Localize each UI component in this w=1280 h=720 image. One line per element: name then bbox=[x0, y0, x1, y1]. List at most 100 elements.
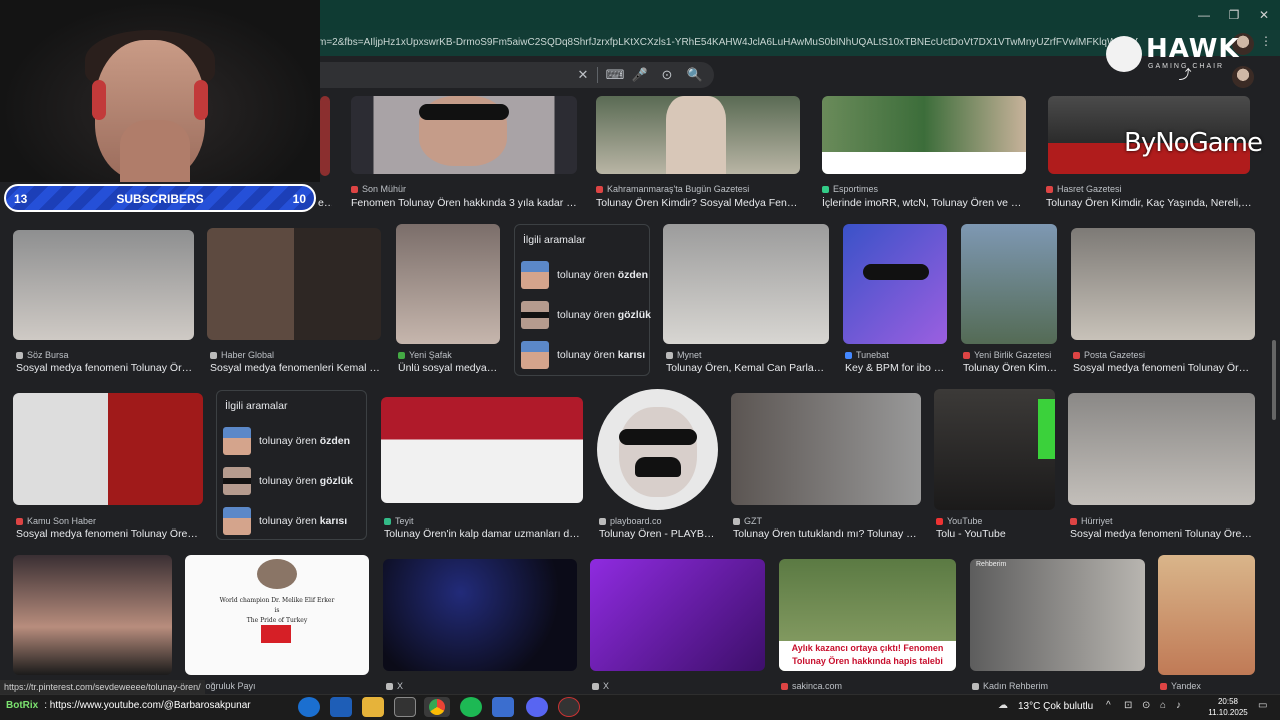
source-name: Teyit bbox=[395, 516, 414, 526]
tray-app-icon[interactable]: ⊙ bbox=[1142, 700, 1150, 711]
image-thumbnail[interactable] bbox=[383, 559, 577, 671]
outlook-icon[interactable] bbox=[330, 697, 352, 717]
image-caption[interactable]: Sosyal medya fenomeni Tolunay Ören'e... bbox=[1073, 362, 1253, 374]
search-icon[interactable]: 🔍 bbox=[684, 63, 706, 87]
spotify-icon[interactable] bbox=[460, 697, 482, 717]
image-caption[interactable]: Tolunay Ören - PLAYBO... bbox=[599, 528, 719, 540]
related-thumbnail bbox=[223, 427, 251, 455]
image-caption[interactable]: Sosyal medya fenomeni Tolunay Ören iç... bbox=[1070, 528, 1256, 540]
weather-icon[interactable]: ☁ bbox=[998, 700, 1008, 711]
image-thumbnail[interactable] bbox=[13, 393, 203, 505]
image-thumbnail[interactable]: World champion Dr. Melike Elif Erker is … bbox=[185, 555, 369, 675]
image-caption[interactable]: Tolunay Ören Kimdir? Sosyal Medya Fenome… bbox=[596, 197, 802, 209]
image-source: Haber Global bbox=[210, 350, 382, 360]
image-caption[interactable]: Tolu - YouTube bbox=[936, 528, 1056, 540]
image-thumbnail[interactable] bbox=[961, 224, 1057, 344]
file-explorer-icon[interactable] bbox=[362, 697, 384, 717]
image-thumbnail[interactable] bbox=[13, 230, 194, 340]
image-thumbnail[interactable] bbox=[934, 389, 1055, 510]
notification-icon[interactable]: ▭ bbox=[1258, 700, 1267, 711]
weather-text[interactable]: 13°C Çok bulutlu bbox=[1018, 701, 1093, 712]
related-search-item[interactable]: tolunay ören özden bbox=[521, 261, 648, 291]
clock[interactable]: 20:58 11.10.2025 bbox=[1208, 696, 1248, 718]
image-source: Yeni Şafak bbox=[398, 350, 508, 360]
image-caption[interactable]: Tolunay Ören'in kalp damar uzmanları dün… bbox=[384, 528, 580, 540]
source-favicon-icon bbox=[845, 352, 852, 359]
discord-icon[interactable] bbox=[526, 697, 548, 717]
image-thumbnail[interactable] bbox=[590, 559, 765, 671]
image-source: X bbox=[386, 681, 566, 691]
obs-icon[interactable] bbox=[558, 697, 580, 717]
address-url[interactable]: m=2&fbs=AIljpHz1xUpxswrKB-DrmoS9Fm5aiwC2… bbox=[318, 37, 1138, 48]
related-search-item[interactable]: tolunay ören gözlük bbox=[223, 467, 363, 497]
related-search-item[interactable]: tolunay ören karısı bbox=[521, 341, 647, 371]
image-thumbnail[interactable] bbox=[351, 96, 577, 174]
steam-icon[interactable] bbox=[492, 697, 514, 717]
source-name: X bbox=[603, 681, 610, 691]
lens-icon[interactable]: ⊙ bbox=[656, 63, 678, 87]
image-caption[interactable]: Sosyal medya fenomeni Tolunay Ören'e ... bbox=[16, 528, 202, 540]
image-caption[interactable]: Tolunay Ören Kimd... bbox=[963, 362, 1059, 374]
image-source: Kahramanmaraş'ta Bugün Gazetesi bbox=[596, 184, 806, 194]
volume-icon[interactable]: ♪ bbox=[1176, 700, 1181, 711]
image-thumbnail[interactable] bbox=[596, 96, 800, 174]
image-source: Kamu Son Haber bbox=[16, 516, 206, 526]
image-caption[interactable]: İçlerinde imoRR, wtcN, Tolunay Ören ve E… bbox=[822, 197, 1028, 209]
image-thumbnail[interactable] bbox=[1071, 228, 1255, 340]
source-name: Kamu Son Haber bbox=[27, 516, 97, 526]
image-source: Hasret Gazetesi bbox=[1046, 184, 1276, 194]
edge-icon[interactable] bbox=[298, 697, 320, 717]
image-source: Hürriyet bbox=[1070, 516, 1260, 526]
image-source: Yeni Birlik Gazetesi bbox=[963, 350, 1069, 360]
scrollbar[interactable] bbox=[1272, 340, 1276, 420]
search-input[interactable] bbox=[320, 62, 714, 88]
maximize-icon[interactable]: ❐ bbox=[1222, 6, 1246, 24]
image-caption[interactable]: Tolunay Ören, Kemal Can Parlak, ... bbox=[666, 362, 828, 374]
network-icon[interactable]: ⌂ bbox=[1160, 700, 1166, 711]
image-caption[interactable]: Ünlü sosyal medya f... bbox=[398, 362, 498, 374]
source-favicon-icon bbox=[16, 518, 23, 525]
more-options-icon[interactable]: ⋮ bbox=[1254, 32, 1278, 50]
image-thumbnail[interactable] bbox=[1068, 393, 1255, 505]
image-caption[interactable]: Fenomen Tolunay Ören hakkında 3 yıla kad… bbox=[351, 197, 579, 209]
image-thumbnail[interactable] bbox=[320, 96, 330, 176]
image-source: sakinca.com bbox=[781, 681, 951, 691]
keyboard-icon[interactable]: ⌨ bbox=[604, 63, 626, 87]
image-thumbnail[interactable] bbox=[822, 96, 1026, 174]
subscribers-current: 13 bbox=[14, 192, 28, 206]
source-name: Kadın Rehberim bbox=[983, 681, 1049, 691]
image-thumbnail[interactable] bbox=[843, 224, 947, 344]
headphone-icon bbox=[194, 80, 208, 120]
xbox-icon[interactable] bbox=[394, 697, 416, 717]
related-search-item[interactable]: tolunay ören karısı bbox=[223, 507, 363, 537]
source-favicon-icon bbox=[384, 518, 391, 525]
image-thumbnail[interactable]: Aylık kazancı ortaya çıktı! Fenomen Tolu… bbox=[779, 559, 956, 671]
image-thumbnail[interactable] bbox=[13, 555, 172, 675]
account-avatar-icon[interactable] bbox=[1232, 66, 1254, 88]
image-caption[interactable]: e... bbox=[318, 197, 332, 209]
related-search-item[interactable]: tolunay ören gözlük bbox=[521, 301, 651, 331]
image-thumbnail[interactable] bbox=[207, 228, 381, 340]
chrome-icon[interactable] bbox=[424, 697, 450, 717]
image-caption[interactable]: Sosyal medya fenomeni Tolunay Ören'... bbox=[16, 362, 194, 374]
image-thumbnail[interactable] bbox=[663, 224, 829, 344]
image-caption[interactable]: Tolunay Ören tutuklandı mı? Tolunay Öre.… bbox=[733, 528, 919, 540]
image-thumbnail[interactable] bbox=[396, 224, 500, 344]
source-favicon-icon bbox=[781, 683, 788, 690]
related-search-text: tolunay ören bbox=[557, 269, 618, 281]
image-caption[interactable]: Sosyal medya fenomenleri Kemal Ca... bbox=[210, 362, 380, 374]
image-thumbnail[interactable] bbox=[597, 389, 718, 510]
image-caption[interactable]: Tolunay Ören Kimdir, Kaç Yaşında, Nereli… bbox=[1046, 197, 1252, 209]
microphone-icon[interactable]: 🎤 bbox=[629, 63, 651, 87]
image-thumbnail[interactable] bbox=[1158, 555, 1255, 675]
image-thumbnail[interactable] bbox=[381, 397, 583, 503]
close-window-icon[interactable]: ✕ bbox=[1252, 6, 1276, 24]
related-search-item[interactable]: tolunay ören özden bbox=[223, 427, 363, 457]
image-thumbnail[interactable]: Rehberim bbox=[970, 559, 1145, 671]
minimize-icon[interactable]: — bbox=[1192, 6, 1216, 24]
tray-app-icon[interactable]: ⊡ bbox=[1124, 700, 1132, 711]
image-caption[interactable]: Key & BPM for ibo b... bbox=[845, 362, 945, 374]
image-thumbnail[interactable] bbox=[731, 393, 921, 505]
chevron-up-icon[interactable]: ^ bbox=[1106, 700, 1111, 711]
clear-search-icon[interactable]: ✕ bbox=[572, 63, 594, 87]
